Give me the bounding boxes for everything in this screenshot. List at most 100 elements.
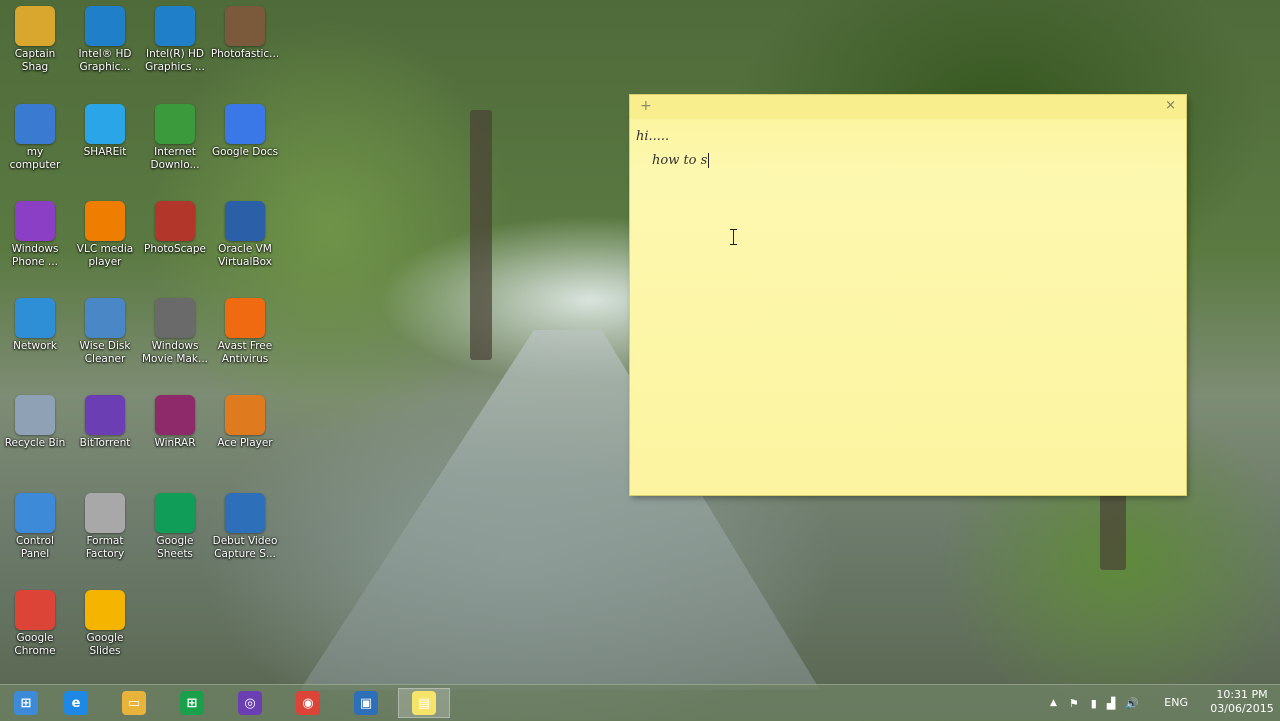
note-text-line[interactable]: hi..... <box>636 129 669 144</box>
start-button[interactable]: ⊞ <box>0 688 52 718</box>
desktop-icon[interactable]: Oracle VM VirtualBox <box>210 201 280 269</box>
intel-graphics-icon <box>155 6 195 46</box>
taskbar-bittorrent[interactable]: ◎ <box>224 688 276 718</box>
input-language[interactable]: ENG <box>1164 696 1188 709</box>
desktop-icon-label: Oracle VM VirtualBox <box>218 243 272 268</box>
desktop-icon-label: Avast Free Antivirus <box>217 340 273 365</box>
desktop-icon-label: Google Docs <box>211 146 279 158</box>
desktop-icon[interactable]: Avast Free Antivirus <box>210 298 280 366</box>
folder-user-icon <box>15 6 55 46</box>
desktop-icon-label: SHAREit <box>83 146 127 158</box>
vlc-cone-icon <box>85 201 125 241</box>
bittorrent-icon: ◎ <box>238 691 262 715</box>
desktop-icon[interactable]: Intel(R) HD Graphics ... <box>140 6 210 74</box>
chrome-icon: ◉ <box>296 691 320 715</box>
debut-capture-icon: ▣ <box>354 691 378 715</box>
control-panel-icon <box>15 493 55 533</box>
desktop-icon[interactable]: Format Factory <box>70 493 140 561</box>
desktop-icon[interactable]: Network <box>0 298 70 353</box>
desktop-icon[interactable]: Windows Phone ... <box>0 201 70 269</box>
internet-explorer-icon: e <box>64 691 88 715</box>
ibeam-cursor-icon <box>730 229 738 245</box>
desktop-icon[interactable]: my computer <box>0 104 70 172</box>
taskbar-internet-explorer[interactable]: e <box>50 688 102 718</box>
desktop-icon-label: VLC media player <box>76 243 134 268</box>
network-signal-icon[interactable]: ▟ <box>1107 697 1115 710</box>
debut-capture-icon <box>225 493 265 533</box>
desktop-icon[interactable]: Google Chrome <box>0 590 70 658</box>
sticky-note-titlebar[interactable]: + × <box>630 95 1186 119</box>
desktop-icon[interactable]: Control Panel <box>0 493 70 561</box>
desktop-icon[interactable]: Wise Disk Cleaner <box>70 298 140 366</box>
desktop-icon-label: Photofastic... <box>210 48 280 60</box>
desktop-icon-label: Intel® HD Graphic... <box>78 48 132 73</box>
desktop-icon[interactable]: Captain Shag <box>0 6 70 74</box>
desktop-icon-label: Captain Shag <box>14 48 56 73</box>
store-bag-icon: ⊞ <box>180 691 204 715</box>
shareit-icon <box>85 104 125 144</box>
desktop-icon[interactable]: PhotoScape <box>140 201 210 256</box>
desktop-icon[interactable]: Google Sheets <box>140 493 210 561</box>
add-note-icon[interactable]: + <box>640 98 652 114</box>
desktop-icon[interactable]: Ace Player <box>210 395 280 450</box>
desktop-icon[interactable]: Google Docs <box>210 104 280 159</box>
recycle-bin-icon <box>15 395 55 435</box>
action-center-flag-icon[interactable]: ⚑ <box>1069 697 1079 710</box>
disk-cleaner-icon <box>85 298 125 338</box>
sticky-notes-icon: ▤ <box>412 691 436 715</box>
taskbar-file-explorer[interactable]: ▭ <box>108 688 160 718</box>
desktop-icon-label: Internet Downlo... <box>150 146 200 171</box>
show-hidden-icons-icon[interactable]: ▲ <box>1050 698 1057 708</box>
photoscape-icon <box>155 201 195 241</box>
desktop-icon-label: Debut Video Capture S... <box>212 535 278 560</box>
desktop-icon-label: Intel(R) HD Graphics ... <box>145 48 205 73</box>
desktop-icon[interactable]: Google Slides <box>70 590 140 658</box>
wallpaper-tree-trunk <box>470 110 492 360</box>
windows-logo-icon: ⊞ <box>14 691 38 715</box>
winrar-icon <box>155 395 195 435</box>
google-sheets-icon <box>155 493 195 533</box>
desktop-icon-label: my computer <box>9 146 61 171</box>
volume-icon[interactable]: 🔊 <box>1125 697 1139 710</box>
movie-maker-icon <box>155 298 195 338</box>
format-factory-icon <box>85 493 125 533</box>
clock[interactable]: 10:31 PM 03/06/2015 <box>1210 688 1274 716</box>
desktop-icon[interactable]: Windows Movie Mak... <box>140 298 210 366</box>
desktop-icon-label: Control Panel <box>16 535 54 560</box>
text-caret <box>708 153 710 168</box>
desktop-icon-label: Wise Disk Cleaner <box>79 340 131 365</box>
desktop-icon-label: Network <box>13 340 57 352</box>
desktop-icon[interactable]: SHAREit <box>70 104 140 159</box>
close-icon[interactable]: × <box>1165 98 1176 113</box>
desktop-icon-label: Recycle Bin <box>4 437 66 449</box>
note-text-line[interactable]: how to s <box>652 153 710 168</box>
windows-phone-icon <box>15 201 55 241</box>
taskbar-chrome[interactable]: ◉ <box>282 688 334 718</box>
taskbar-sticky-notes[interactable]: ▤ <box>398 688 450 718</box>
bittorrent-icon <box>85 395 125 435</box>
desktop-icon-label: Google Slides <box>86 632 124 657</box>
desktop-icon-label: Ace Player <box>217 437 273 449</box>
desktop-icon[interactable]: Recycle Bin <box>0 395 70 450</box>
network-globe-icon <box>15 298 55 338</box>
desktop-icon[interactable]: VLC media player <box>70 201 140 269</box>
desktop-icon[interactable]: Intel® HD Graphic... <box>70 6 140 74</box>
desktop-icon[interactable]: Photofastic... <box>210 6 280 61</box>
desktop-icon[interactable]: BitTorrent <box>70 395 140 450</box>
taskbar: ⊞ e ▭ ⊞ ◎ ◉ ▣ ▤ ▲ ⚑ ▮ ▟ 🔊 ENG 10:31 PM 03/06/20… <box>0 684 1280 721</box>
desktop-icon-label: BitTorrent <box>79 437 131 449</box>
idm-globe-icon <box>155 104 195 144</box>
desktop-icon[interactable]: Debut Video Capture S... <box>210 493 280 561</box>
sticky-note-window[interactable]: + × hi..... how to s <box>630 95 1186 495</box>
taskbar-debut-capture[interactable]: ▣ <box>340 688 392 718</box>
desktop-icon[interactable]: WinRAR <box>140 395 210 450</box>
taskbar-store[interactable]: ⊞ <box>166 688 218 718</box>
desktop-icon[interactable]: Internet Downlo... <box>140 104 210 172</box>
folder-icon: ▭ <box>122 691 146 715</box>
virtualbox-icon <box>225 201 265 241</box>
desktop-icon-label: Format Factory <box>85 535 125 560</box>
battery-icon[interactable]: ▮ <box>1091 697 1097 710</box>
desktop-icon-label: PhotoScape <box>144 243 206 255</box>
computer-icon <box>15 104 55 144</box>
desktop-icon-label: Windows Phone ... <box>11 243 59 268</box>
